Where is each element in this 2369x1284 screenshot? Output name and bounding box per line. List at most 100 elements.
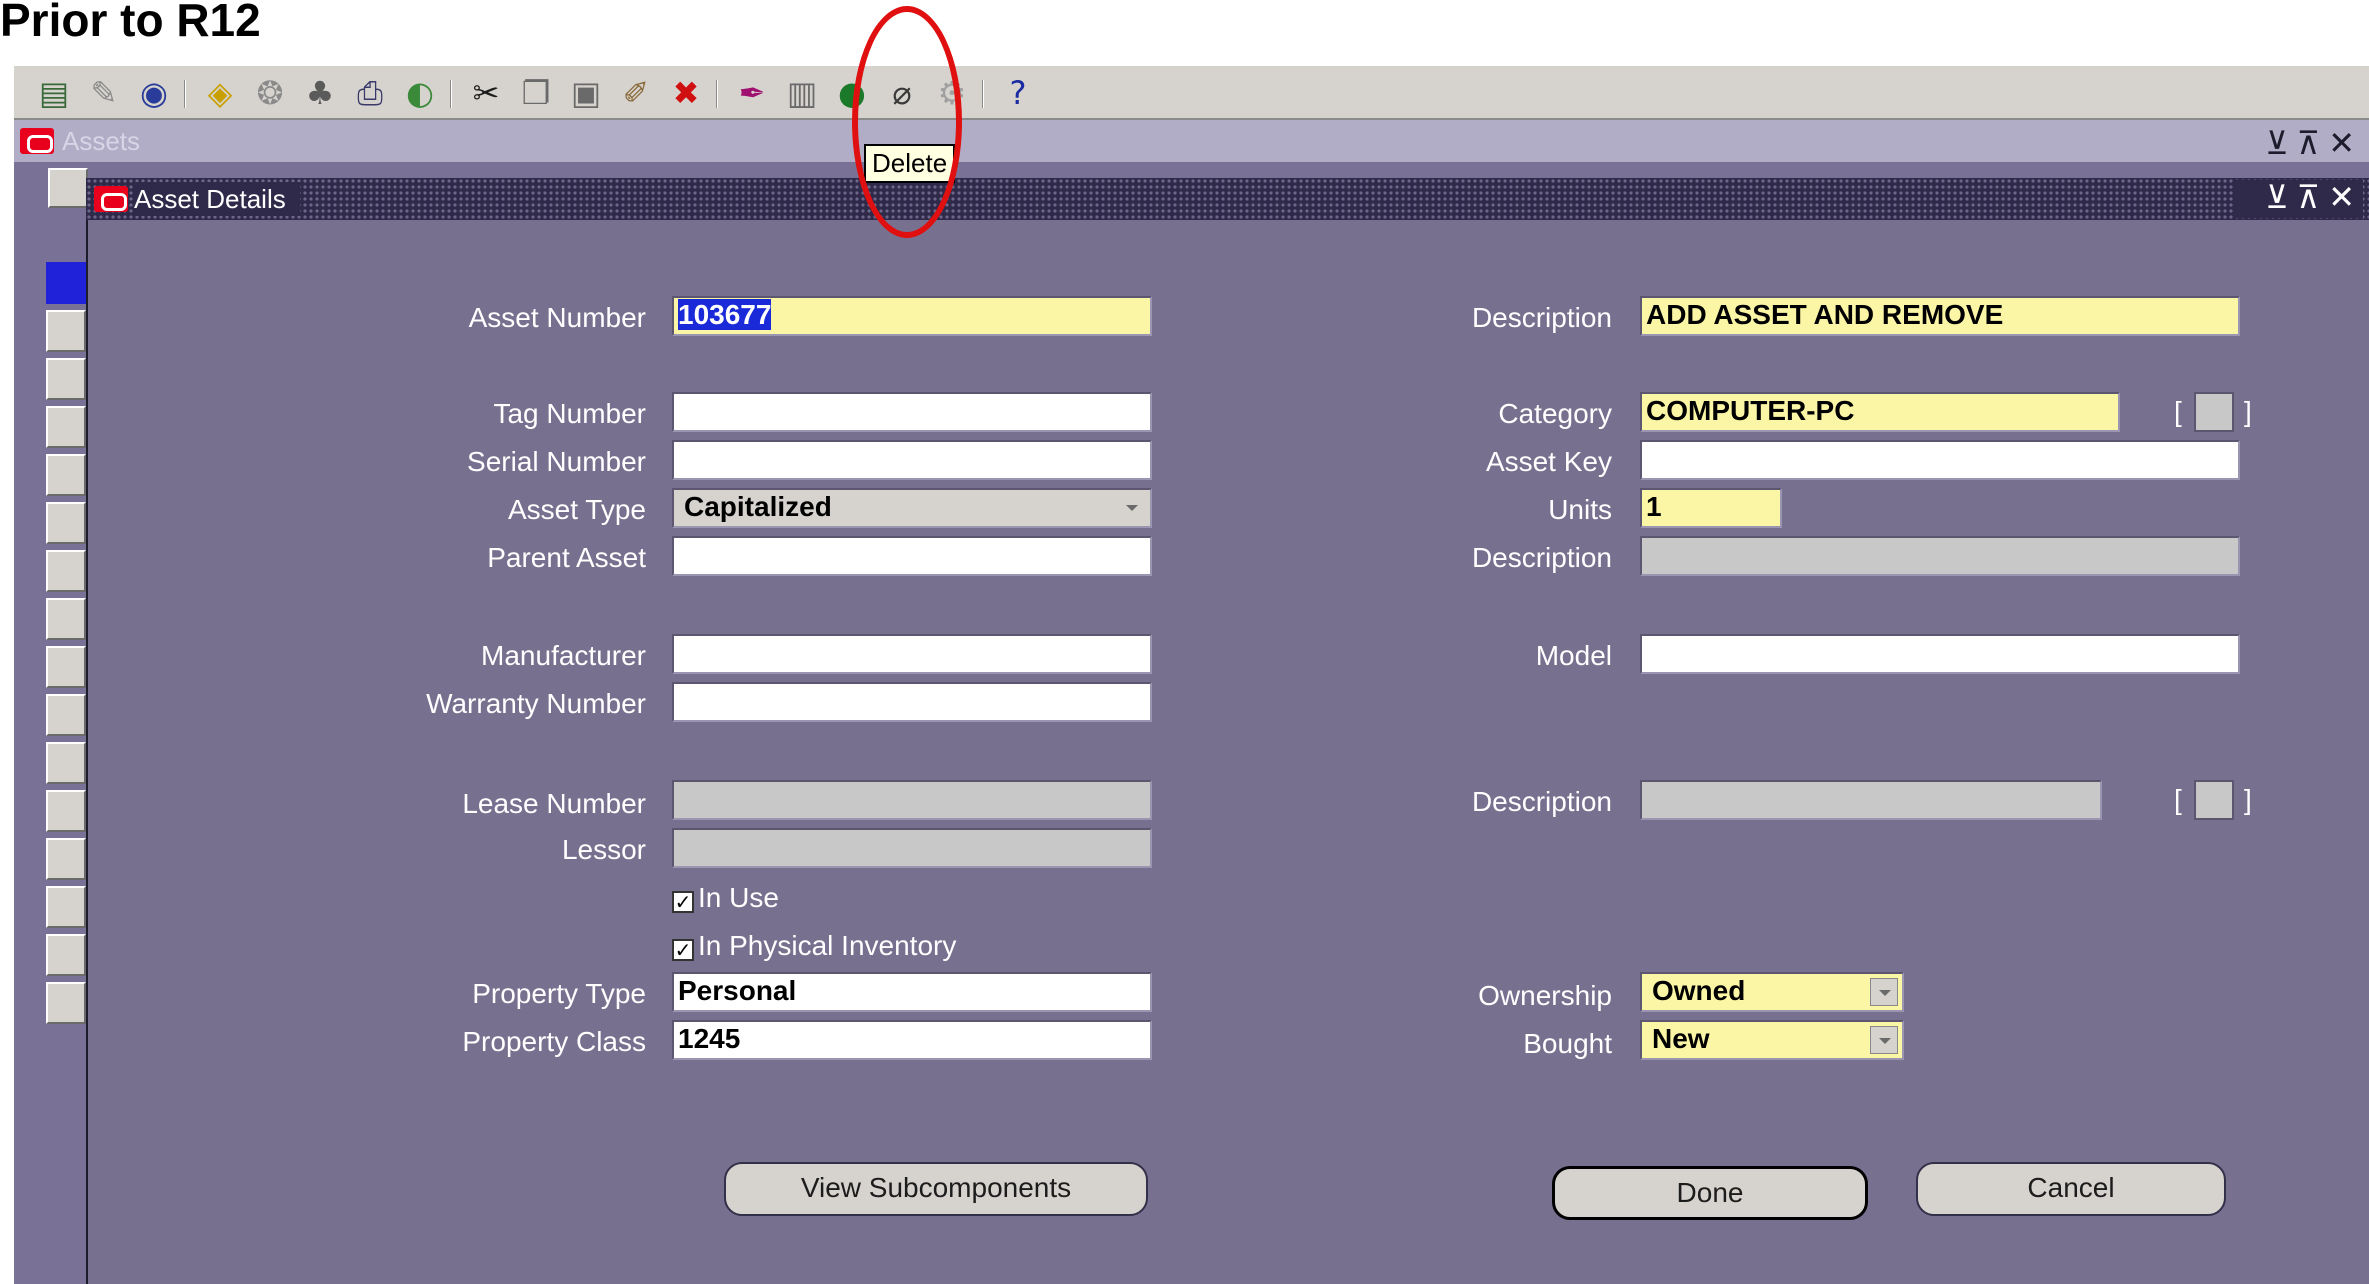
record-indicator[interactable] <box>46 694 86 736</box>
record-indicator[interactable] <box>46 502 86 544</box>
close-form-icon[interactable]: ◐ <box>400 74 440 112</box>
manufacturer-field[interactable] <box>672 634 1152 674</box>
clear-record-icon[interactable]: ✐ <box>616 74 656 112</box>
help-icon[interactable]: ? <box>998 74 1038 112</box>
chevron-down-icon[interactable] <box>1870 978 1898 1006</box>
ownership-select[interactable]: Owned <box>1640 972 1904 1012</box>
serial-number-label: Serial Number <box>467 446 646 477</box>
parent-asset-field[interactable] <box>672 536 1152 576</box>
record-indicator[interactable] <box>46 598 86 640</box>
in-use-checkbox[interactable]: ✓ In Use <box>672 882 779 914</box>
lessor-label: Lessor <box>561 834 646 865</box>
checkmark-icon: ✓ <box>672 891 694 913</box>
lease-bracket-open: [ <box>2174 784 2182 815</box>
model-label: Model <box>1535 640 1612 671</box>
category-label: Category <box>1498 398 1612 429</box>
asset-key-field[interactable] <box>1640 440 2240 480</box>
annotation-highlight-ellipse <box>852 6 962 238</box>
category-flexfield-button[interactable] <box>2194 392 2234 432</box>
warranty-number-label: Warranty Number <box>426 688 646 719</box>
oracle-logo-icon <box>20 128 54 154</box>
asset-details-titlebar: Asset Details ⊻⊼✕ <box>86 178 2369 220</box>
copy-icon[interactable]: ❐ <box>516 74 556 112</box>
edit-field-icon[interactable]: ✒ <box>732 74 772 112</box>
window-controls-bg: ⊻⊼✕ <box>2233 178 2363 218</box>
lease-bracket-close: ] <box>2244 784 2252 815</box>
property-class-label: Property Class <box>462 1026 646 1057</box>
page-title: Prior to R12 <box>0 0 261 46</box>
paste-icon[interactable]: ▣ <box>566 74 606 112</box>
chevron-down-icon[interactable] <box>1118 494 1146 522</box>
delete-icon[interactable]: ✖ <box>666 74 706 112</box>
in-physical-inventory-label: In Physical Inventory <box>698 930 957 961</box>
property-type-field[interactable]: Personal <box>672 972 1152 1012</box>
ownership-label: Ownership <box>1478 980 1612 1011</box>
tag-number-label: Tag Number <box>493 398 646 429</box>
cancel-button[interactable]: Cancel <box>1916 1162 2226 1216</box>
description-label: Description <box>1471 302 1612 333</box>
parent-description-field <box>1640 536 2240 576</box>
asset-type-label: Asset Type <box>507 494 646 525</box>
units-field[interactable]: 1 <box>1640 488 1782 528</box>
toolbar-separator <box>982 80 984 108</box>
folder-icon[interactable] <box>48 168 88 208</box>
record-indicator[interactable] <box>46 358 86 400</box>
record-indicator[interactable] <box>46 886 86 928</box>
asset-key-label: Asset Key <box>1485 446 1612 477</box>
asset-details-window <box>86 178 2369 1284</box>
bought-select[interactable]: New <box>1640 1020 1904 1060</box>
in-use-label: In Use <box>698 882 779 913</box>
switch-responsibility-icon[interactable]: ♣ <box>300 74 340 112</box>
record-indicator[interactable] <box>46 550 86 592</box>
category-bracket-open: [ <box>2174 396 2182 427</box>
lease-description-label: Description <box>1471 786 1612 817</box>
serial-number-field[interactable] <box>672 440 1152 480</box>
bought-value: New <box>1652 1023 1710 1054</box>
toolbar-separator <box>184 80 186 108</box>
navigator-icon[interactable]: ◉ <box>134 74 174 112</box>
record-indicator[interactable] <box>46 646 86 688</box>
oracle-logo-icon <box>94 186 128 212</box>
lease-flexfield-button[interactable] <box>2194 780 2234 820</box>
next-step-icon[interactable]: ❂ <box>250 74 290 112</box>
in-physical-inventory-checkbox[interactable]: ✓ In Physical Inventory <box>672 930 956 962</box>
record-indicator[interactable] <box>46 934 86 976</box>
save-icon[interactable]: ◈ <box>200 74 240 112</box>
category-field[interactable]: COMPUTER-PC <box>1640 392 2120 432</box>
asset-number-field[interactable]: 103677 <box>672 296 1152 336</box>
tag-number-field[interactable] <box>672 392 1152 432</box>
find-icon[interactable]: ✎ <box>84 74 124 112</box>
new-icon[interactable]: ▤ <box>34 74 74 112</box>
done-button[interactable]: Done <box>1552 1166 1868 1220</box>
view-subcomponents-button[interactable]: View Subcomponents <box>724 1162 1148 1216</box>
record-indicator[interactable] <box>46 454 86 496</box>
record-indicator[interactable] <box>46 742 86 784</box>
chevron-down-icon[interactable] <box>1870 1026 1898 1054</box>
checkmark-icon: ✓ <box>672 939 694 961</box>
record-indicator[interactable] <box>46 838 86 880</box>
property-class-field[interactable]: 1245 <box>672 1020 1152 1060</box>
window-controls[interactable]: ⊻⊼✕ <box>2265 178 2363 216</box>
record-indicator[interactable] <box>46 310 86 352</box>
lease-number-label: Lease Number <box>462 788 646 819</box>
record-indicator[interactable] <box>46 982 86 1024</box>
window-controls[interactable]: ⊻⊼✕ <box>2265 124 2363 162</box>
assets-window-title: Assets <box>62 126 141 156</box>
assets-window-titlebar: Assets ⊻⊼✕ <box>14 120 2369 162</box>
cut-icon[interactable]: ✂ <box>466 74 506 112</box>
lease-description-field <box>1640 780 2102 820</box>
record-indicator-current[interactable] <box>46 262 86 304</box>
description-field[interactable]: ADD ASSET AND REMOVE <box>1640 296 2240 336</box>
toolbar-separator <box>716 80 718 108</box>
category-bracket-close: ] <box>2244 396 2252 427</box>
asset-type-select[interactable]: Capitalized <box>672 488 1152 528</box>
zoom-icon[interactable]: ▥ <box>782 74 822 112</box>
warranty-number-field[interactable] <box>672 682 1152 722</box>
model-field[interactable] <box>1640 634 2240 674</box>
print-icon[interactable]: ⎙ <box>350 74 390 112</box>
parent-asset-label: Parent Asset <box>487 542 646 573</box>
record-indicator[interactable] <box>46 790 86 832</box>
lessor-field <box>672 828 1152 868</box>
record-indicator[interactable] <box>46 406 86 448</box>
parent-description-label: Description <box>1471 542 1612 573</box>
